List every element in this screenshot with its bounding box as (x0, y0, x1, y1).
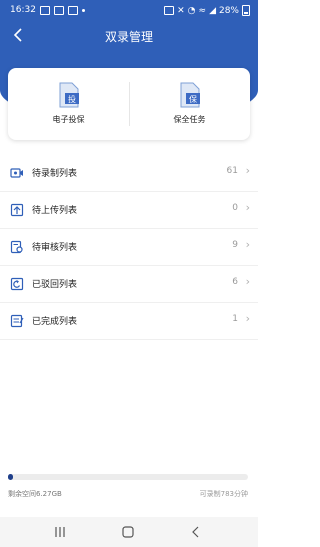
nfc-icon (164, 6, 175, 15)
page-title: 双录管理 (104, 30, 153, 44)
list-item-label: 待录制列表 (32, 169, 78, 179)
chevron-right-icon: › (245, 238, 250, 251)
preservation-task-button[interactable]: 保 保全任务 (129, 68, 250, 140)
e-insurance-button[interactable]: 投 电子投保 (8, 68, 129, 140)
list-item-pending-record[interactable]: 待录制列表 61 › (0, 155, 258, 192)
system-nav-bar (0, 517, 258, 547)
list-item-count: 1 (232, 314, 238, 324)
chevron-right-icon: › (245, 312, 250, 325)
quick-actions-card: 投 电子投保 保 保全任务 (8, 68, 250, 140)
list-item-label: 已驳回列表 (32, 280, 78, 290)
record-lists: 待录制列表 61 › 待上传列表 0 › 待审核列表 9 › 已驳回列表 6 › (0, 155, 258, 340)
chevron-right-icon: › (245, 275, 250, 288)
notification-icon (67, 5, 78, 15)
status-bar: 16:32 ✕ ◔ ≈ ◢ 28% (0, 0, 258, 22)
document-badge: 投 (68, 94, 76, 104)
list-item-count: 0 (232, 203, 238, 213)
list-item-label: 已完成列表 (32, 317, 78, 327)
home-icon (122, 526, 134, 538)
signal-icon: ◢ (209, 5, 216, 16)
list-item-label: 待上传列表 (32, 206, 78, 216)
recent-apps-icon (55, 527, 65, 537)
storage-recordable: 可录制783分钟 (199, 490, 248, 498)
title-bar: 双录管理 (0, 22, 258, 50)
mute-icon: ✕ (177, 5, 185, 16)
review-icon (10, 240, 23, 254)
document-badge: 保 (189, 94, 197, 104)
document-icon: 投 (59, 82, 79, 108)
nav-back-button[interactable] (184, 523, 208, 541)
chevron-right-icon: › (245, 164, 250, 177)
chevron-right-icon: › (245, 201, 250, 214)
video-recorder-icon (10, 168, 23, 178)
recent-apps-button[interactable] (48, 523, 72, 541)
list-item-pending-upload[interactable]: 待上传列表 0 › (0, 192, 258, 229)
battery-icon (242, 5, 250, 16)
storage-progress-bar (8, 474, 248, 480)
list-item-count: 9 (232, 240, 238, 250)
completed-icon (10, 314, 24, 328)
more-notifications-icon (81, 8, 85, 12)
wifi-icon: ≈ (198, 5, 207, 16)
list-item-label: 待审核列表 (32, 243, 78, 253)
upload-icon (10, 203, 24, 217)
document-icon: 保 (180, 82, 200, 108)
list-item-pending-review[interactable]: 待审核列表 9 › (0, 229, 258, 266)
rejected-icon (10, 277, 24, 291)
e-insurance-label: 电子投保 (52, 115, 85, 124)
back-arrow-icon (192, 526, 199, 538)
home-button[interactable] (116, 523, 140, 541)
battery-percent: 28% (218, 5, 239, 16)
storage-progress-fill (8, 474, 13, 480)
list-item-count: 61 (226, 166, 238, 176)
gallery-icon (39, 5, 50, 15)
list-item-rejected[interactable]: 已驳回列表 6 › (0, 266, 258, 303)
alarm-icon: ◔ (187, 5, 196, 16)
storage-remaining: 剩余空间6.27GB (8, 490, 62, 498)
preservation-task-label: 保全任务 (173, 115, 206, 124)
list-item-count: 6 (232, 277, 238, 287)
notification-icon (53, 5, 64, 15)
list-item-completed[interactable]: 已完成列表 1 › (0, 303, 258, 340)
status-time: 16:32 (10, 5, 36, 15)
